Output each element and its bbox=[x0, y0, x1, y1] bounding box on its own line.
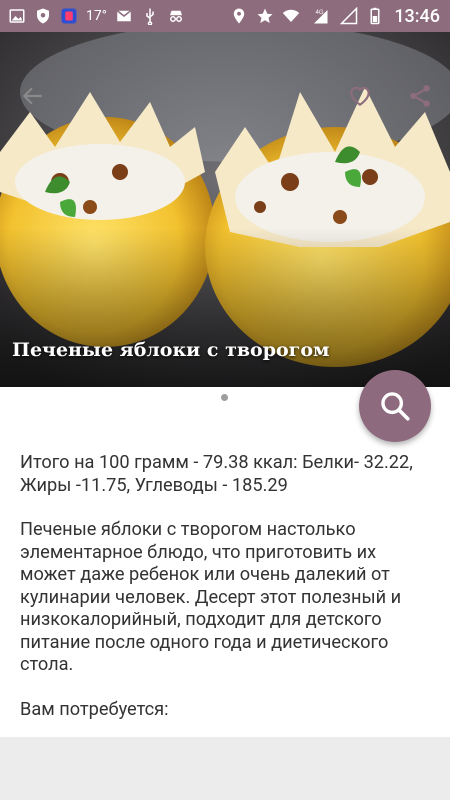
location-icon bbox=[230, 7, 248, 25]
usb-icon bbox=[141, 7, 159, 25]
share-button[interactable] bbox=[404, 80, 436, 112]
bottom-area bbox=[0, 737, 450, 800]
temperature: 17° bbox=[86, 8, 107, 24]
search-fab-button[interactable] bbox=[359, 370, 431, 442]
incognito-icon bbox=[167, 7, 185, 25]
gallery-icon bbox=[8, 7, 26, 25]
star-icon bbox=[256, 7, 274, 25]
battery-icon bbox=[366, 7, 384, 25]
heart-outline-icon bbox=[350, 86, 370, 106]
favorite-button[interactable] bbox=[344, 80, 376, 112]
recipe-title: Печеные яблоки с творогом bbox=[12, 339, 330, 361]
svg-text:4G: 4G bbox=[316, 10, 324, 16]
back-button[interactable] bbox=[17, 80, 49, 112]
baked-apples-photo bbox=[0, 32, 450, 387]
share-icon bbox=[410, 85, 430, 107]
app-badge-icon bbox=[60, 7, 78, 25]
recipe-hero-image: Печеные яблоки с творогом bbox=[0, 32, 450, 387]
cell-signal-icon: 4G bbox=[308, 7, 332, 25]
search-icon bbox=[381, 392, 410, 421]
ingredients-heading: Вам потребуется: bbox=[20, 698, 169, 720]
arrow-back-icon bbox=[22, 87, 42, 105]
shield-icon bbox=[34, 7, 52, 25]
page-indicator-dot bbox=[221, 394, 228, 401]
status-bar: 17° 4G 13:46 bbox=[0, 0, 450, 32]
recipe-description: Печеные яблоки с творогом настолько элем… bbox=[20, 519, 402, 675]
wifi-icon bbox=[282, 7, 300, 25]
cell-signal-2-icon bbox=[340, 7, 358, 25]
mail-icon bbox=[115, 7, 133, 25]
nutrition-summary: Итого на 100 грамм - 79.38 ккал: Белки- … bbox=[20, 452, 413, 496]
recipe-text: Итого на 100 грамм - 79.38 ккал: Белки- … bbox=[20, 452, 432, 721]
clock: 13:46 bbox=[394, 5, 440, 27]
